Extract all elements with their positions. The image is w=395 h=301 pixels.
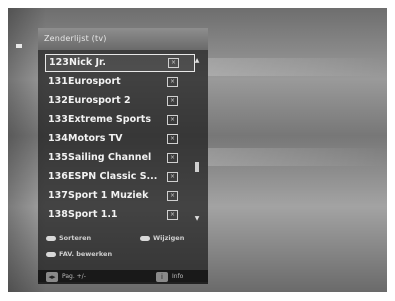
- info-label: Info: [172, 273, 184, 280]
- channel-check-icon[interactable]: ×: [168, 58, 179, 68]
- channel-number: 138: [48, 209, 68, 220]
- scroll-thumb[interactable]: [195, 162, 199, 172]
- legend-edit: Wijzigen: [140, 234, 184, 242]
- channel-row[interactable]: 132 Eurosport 2 ×: [45, 92, 195, 110]
- channel-row[interactable]: 137 Sport 1 Muziek ×: [45, 187, 195, 205]
- channel-name: Eurosport: [68, 76, 121, 87]
- channel-number: 135: [48, 152, 68, 163]
- channel-name: Motors TV: [68, 133, 123, 144]
- channel-number: 136: [48, 171, 68, 182]
- channel-row[interactable]: 133 Extreme Sports ×: [45, 111, 195, 129]
- indicator-icon: [16, 44, 22, 48]
- channel-name: ESPN Classic S...: [68, 171, 158, 182]
- channel-name: Sailing Channel: [68, 152, 152, 163]
- page-key-icon[interactable]: ◂▸: [46, 272, 58, 282]
- yellow-button-icon: [46, 251, 56, 257]
- legend-sort: Sorteren: [46, 234, 91, 242]
- channel-number: 131: [48, 76, 68, 87]
- legend-sort-label: Sorteren: [59, 234, 92, 242]
- channel-row[interactable]: 131 Eurosport ×: [45, 73, 195, 91]
- scroll-up-icon[interactable]: ▲: [194, 58, 200, 64]
- channel-row[interactable]: 138 Sport 1.1 ×: [45, 206, 195, 224]
- channel-check-icon[interactable]: ×: [167, 77, 178, 87]
- background-streak: [208, 58, 387, 76]
- channel-check-icon[interactable]: ×: [167, 115, 178, 125]
- channel-check-icon[interactable]: ×: [167, 172, 178, 182]
- scroll-down-icon[interactable]: ▼: [194, 216, 200, 222]
- channel-number: 137: [48, 190, 68, 201]
- bottom-bar: ◂▸ Pag. +/- i Info: [38, 270, 208, 284]
- legend-fav-label: FAV. bewerken: [59, 250, 113, 258]
- legend-edit-label: Wijzigen: [153, 234, 185, 242]
- tv-screen: Zenderlijst (tv) 123 Nick Jr. × 131 Euro…: [8, 8, 387, 292]
- red-button-icon: [46, 235, 56, 241]
- channel-row[interactable]: 123 Nick Jr. ×: [45, 54, 195, 72]
- channel-check-icon[interactable]: ×: [167, 153, 178, 163]
- channel-check-icon[interactable]: ×: [167, 134, 178, 144]
- channel-number: 132: [48, 95, 68, 106]
- channel-name: Sport 1.1: [68, 209, 118, 220]
- channel-check-icon[interactable]: ×: [167, 210, 178, 220]
- channel-number: 134: [48, 133, 68, 144]
- channel-row[interactable]: 136 ESPN Classic S... ×: [45, 168, 195, 186]
- channel-number: 123: [49, 57, 69, 68]
- page-label: Pag. +/-: [62, 273, 86, 280]
- channel-list-panel: Zenderlijst (tv) 123 Nick Jr. × 131 Euro…: [38, 28, 208, 282]
- channel-name: Eurosport 2: [68, 95, 131, 106]
- legend-fav: FAV. bewerken: [46, 250, 112, 258]
- channel-row[interactable]: 135 Sailing Channel ×: [45, 149, 195, 167]
- background-streak: [208, 148, 387, 166]
- channel-number: 133: [48, 114, 68, 125]
- scrollbar[interactable]: ▲ ▼: [194, 58, 200, 234]
- green-button-icon: [140, 235, 150, 241]
- channel-name: Sport 1 Muziek: [68, 190, 149, 201]
- channel-row[interactable]: 134 Motors TV ×: [45, 130, 195, 148]
- channel-name: Nick Jr.: [69, 57, 106, 68]
- channel-check-icon[interactable]: ×: [167, 96, 178, 106]
- panel-title: Zenderlijst (tv): [38, 28, 208, 50]
- channel-name: Extreme Sports: [68, 114, 151, 125]
- info-key-icon[interactable]: i: [156, 272, 168, 282]
- channel-check-icon[interactable]: ×: [167, 191, 178, 201]
